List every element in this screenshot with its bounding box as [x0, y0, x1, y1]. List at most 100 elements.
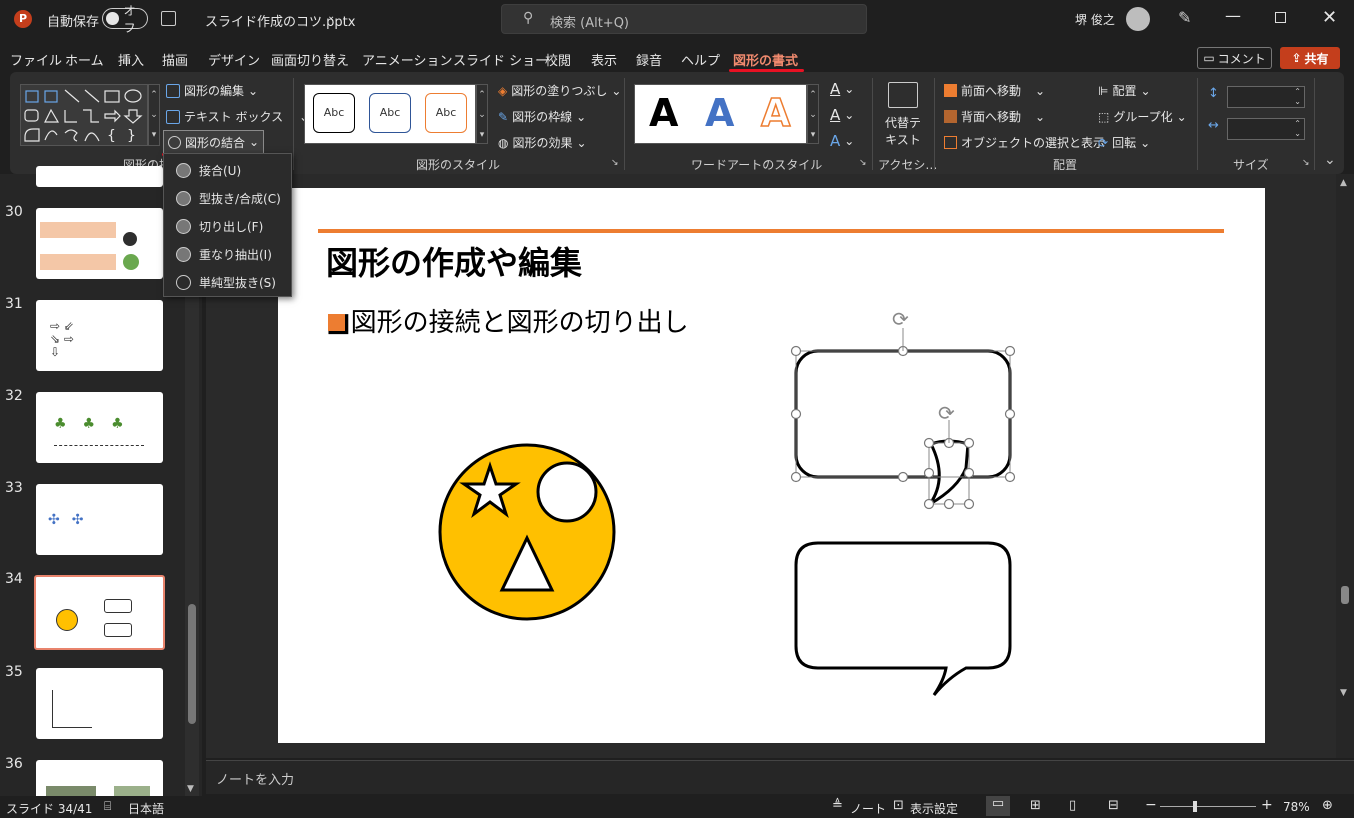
- text-effects-button[interactable]: A ⌄: [830, 132, 854, 150]
- speech-callout-shape[interactable]: [794, 541, 1012, 696]
- rotate-button[interactable]: ⟳ 回転 ⌄: [1098, 134, 1150, 151]
- menu-item-intersect[interactable]: 重なり抽出(I): [164, 240, 291, 268]
- zoom-slider-thumb[interactable]: [1193, 801, 1197, 812]
- slideshow-icon[interactable]: ⊟: [1108, 798, 1119, 813]
- zoom-level[interactable]: 78%: [1283, 800, 1310, 814]
- slide-thumbnail-34-active[interactable]: [34, 575, 165, 650]
- comment-button[interactable]: ▭ コメント: [1197, 47, 1272, 69]
- notes-pane[interactable]: ノートを入力: [206, 760, 1354, 794]
- gallery-scroll[interactable]: ⌃ ⌄ ▾: [148, 84, 160, 146]
- pen-icon[interactable]: ✎: [1178, 8, 1191, 27]
- slide-thumbnail-partial[interactable]: [36, 166, 163, 187]
- autosave-toggle[interactable]: オフ: [102, 4, 148, 35]
- shape-outline-button[interactable]: ✎ 図形の枠線 ⌄: [498, 108, 586, 125]
- shape-effects-button[interactable]: ◍ 図形の効果 ⌄: [498, 134, 587, 151]
- close-icon[interactable]: ✕: [1322, 7, 1337, 28]
- slide-number: 31: [5, 296, 23, 312]
- slide-thumbnail-32[interactable]: ♣♣♣: [36, 392, 163, 463]
- shape-style-1[interactable]: Abc: [313, 93, 355, 133]
- align-button[interactable]: ⊫ 配置 ⌄: [1098, 82, 1151, 99]
- tab-shape-format[interactable]: 図形の書式: [733, 50, 798, 69]
- menu-item-fragment[interactable]: 切り出し(F): [164, 212, 291, 240]
- wordart-gallery[interactable]: A A A: [634, 84, 807, 144]
- tab-transitions[interactable]: 画面切り替え: [271, 50, 349, 69]
- shape-style-3[interactable]: Abc: [425, 93, 467, 133]
- menu-item-subtract[interactable]: 単純型抜き(S): [164, 268, 291, 296]
- tab-insert[interactable]: 挿入: [118, 50, 144, 69]
- spellcheck-icon[interactable]: ⌸: [104, 799, 111, 814]
- text-outline-button[interactable]: A ⌄: [830, 106, 854, 124]
- stepper-icon[interactable]: ⌃ ⌄: [1294, 119, 1301, 139]
- rounded-rectangle-shape[interactable]: ⟳: [790, 307, 1016, 506]
- text-fill-button[interactable]: A ⌄: [830, 80, 854, 98]
- minimize-icon[interactable]: —: [1225, 6, 1241, 25]
- tab-slideshow[interactable]: スライド ショー: [453, 50, 548, 69]
- bring-forward-button[interactable]: 前面へ移動 ⌄: [944, 82, 1045, 99]
- slide-thumbnail-31[interactable]: ⇨ ⇙ ⇘ ⇨ ⇩: [36, 300, 163, 371]
- zoom-out-icon[interactable]: −: [1145, 797, 1157, 813]
- wordart-orange[interactable]: A: [760, 90, 791, 136]
- shape-style-scroll[interactable]: ⌃ ⌄ ▾: [476, 84, 488, 144]
- tab-home[interactable]: ホーム: [65, 50, 104, 69]
- shape-gallery[interactable]: { }: [20, 84, 148, 146]
- shape-fill-button[interactable]: ◈ 図形の塗りつぶし ⌄: [498, 82, 621, 99]
- display-settings-button[interactable]: 表示設定: [910, 800, 958, 817]
- selection-pane-button[interactable]: オブジェクトの選択と表示: [944, 134, 1105, 151]
- group-button[interactable]: ⬚ グループ化 ⌄: [1098, 108, 1187, 125]
- alt-text-button[interactable]: 代替テ キスト: [882, 82, 924, 152]
- menu-item-union[interactable]: 接合(U): [164, 156, 291, 184]
- slide[interactable]: 図形の作成や編集 ■図形の接続と図形の切り出し ⟳ ⟳: [278, 188, 1265, 743]
- search-box[interactable]: ⚲ 検索 (Alt+Q): [501, 4, 867, 34]
- tab-file[interactable]: ファイル: [10, 50, 62, 69]
- tab-review[interactable]: 校閲: [545, 50, 571, 69]
- send-backward-button[interactable]: 背面へ移動 ⌄: [944, 108, 1045, 125]
- dialog-launcher-icon[interactable]: ↘: [859, 158, 867, 168]
- zoom-slider[interactable]: [1160, 801, 1256, 812]
- height-input[interactable]: ⌃ ⌄: [1227, 86, 1305, 108]
- slide-thumbnail-36[interactable]: [36, 760, 163, 796]
- edit-shape-button[interactable]: 図形の編集 ⌄: [166, 82, 258, 99]
- tab-draw[interactable]: 描画: [162, 50, 188, 69]
- avatar[interactable]: [1126, 7, 1150, 31]
- tab-help[interactable]: ヘルプ: [681, 50, 720, 69]
- wordart-black[interactable]: A: [649, 91, 678, 135]
- scrollbar-thumb[interactable]: [188, 604, 196, 724]
- notes-toggle[interactable]: ノート: [850, 800, 886, 817]
- selection-pane-label: オブジェクトの選択と表示: [961, 136, 1106, 150]
- reading-view-icon[interactable]: ▯: [1069, 798, 1076, 813]
- wordart-scroll[interactable]: ⌃ ⌄ ▾: [807, 84, 819, 144]
- shape-style-2[interactable]: Abc: [369, 93, 411, 133]
- wordart-blue[interactable]: A: [705, 91, 734, 135]
- shape-outline-label: 図形の枠線: [512, 110, 573, 124]
- ribbon-collapse-icon[interactable]: ⌄: [1324, 152, 1336, 168]
- save-icon[interactable]: [161, 11, 176, 26]
- text-box-button[interactable]: テキスト ボックス⌄: [166, 108, 309, 125]
- width-input[interactable]: ⌃ ⌄: [1227, 118, 1305, 140]
- maximize-icon[interactable]: [1275, 12, 1286, 23]
- share-button[interactable]: ⇪ 共有: [1280, 47, 1340, 69]
- tab-view[interactable]: 表示: [591, 50, 617, 69]
- dialog-launcher-icon[interactable]: ↘: [611, 158, 619, 168]
- slide-sorter-icon[interactable]: ⊞: [1030, 798, 1041, 813]
- scroll-down-icon[interactable]: ▼: [187, 784, 194, 794]
- dialog-launcher-icon[interactable]: ↘: [1302, 158, 1310, 168]
- scrollbar-thumb[interactable]: [1341, 586, 1349, 604]
- tab-design[interactable]: デザイン: [208, 50, 260, 69]
- slide-thumbnail-30[interactable]: [36, 208, 163, 279]
- language-label[interactable]: 日本語: [128, 800, 164, 817]
- menu-item-combine[interactable]: 型抜き/合成(C): [164, 184, 291, 212]
- merge-shapes-button[interactable]: 図形の結合 ⌄: [163, 130, 265, 154]
- fit-slide-icon[interactable]: ⊕: [1322, 798, 1333, 813]
- scroll-down-icon[interactable]: ▼: [1340, 688, 1347, 698]
- tab-animations[interactable]: アニメーション: [362, 50, 452, 69]
- canvas-scrollbar[interactable]: ▲ ▼: [1336, 174, 1354, 758]
- scroll-up-icon[interactable]: ▲: [1340, 178, 1347, 188]
- shape-style-gallery[interactable]: Abc Abc Abc: [304, 84, 476, 144]
- zoom-in-icon[interactable]: +: [1261, 797, 1273, 813]
- merged-circle-shape[interactable]: [438, 443, 616, 621]
- tab-record[interactable]: 録音: [636, 50, 662, 69]
- slide-thumbnail-33[interactable]: ✣✣: [36, 484, 163, 555]
- slide-thumbnail-35[interactable]: [36, 668, 163, 739]
- normal-view-icon[interactable]: ▭: [986, 796, 1010, 816]
- stepper-icon[interactable]: ⌃ ⌄: [1294, 87, 1301, 107]
